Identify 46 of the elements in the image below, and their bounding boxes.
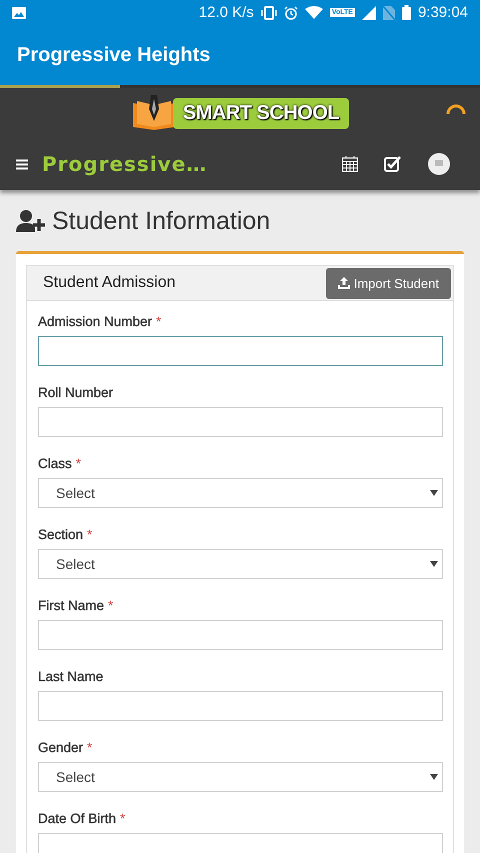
checkbox-icon[interactable] [384, 156, 402, 172]
field-label: Last Name [38, 669, 104, 686]
wifi-icon [304, 6, 323, 19]
page-title: Student Information [52, 206, 270, 236]
caret-icon [430, 490, 438, 496]
field-label: Admission Number [38, 314, 152, 331]
loading-spinner-icon [446, 104, 466, 116]
field-label: Roll Number [38, 385, 114, 402]
vibrate-icon [260, 6, 277, 20]
field-label: Gender [38, 740, 84, 757]
select-dropdown[interactable]: Select [38, 478, 443, 508]
field-label: Section [38, 527, 84, 544]
battery-icon [402, 5, 411, 20]
app-title: Progressive Heights [17, 44, 210, 66]
required-mark: * [108, 598, 114, 615]
card-title: Student Admission [43, 274, 176, 292]
network-speed: 12.0 K/s [198, 4, 254, 21]
required-mark: * [156, 314, 162, 331]
input-field[interactable] [38, 407, 443, 437]
alarm-icon [284, 6, 298, 20]
input-field[interactable] [38, 691, 443, 721]
avatar-icon[interactable] [428, 153, 450, 175]
school-name: Progressive… [42, 152, 208, 176]
select-dropdown[interactable]: Select [38, 762, 443, 792]
required-mark: * [87, 740, 92, 757]
input-field[interactable] [38, 620, 443, 650]
field-label: Class [38, 456, 72, 473]
image-icon [12, 6, 26, 18]
required-mark: * [120, 811, 126, 828]
calendar-icon[interactable] [342, 156, 358, 172]
required-mark: * [87, 527, 92, 544]
menu-icon[interactable] [16, 158, 28, 170]
logo: SMART SCHOOL [130, 95, 350, 131]
no-sim-icon [382, 6, 395, 20]
import-student-button[interactable]: Import Student [326, 268, 451, 298]
input-field[interactable] [38, 336, 443, 366]
caret-icon [430, 774, 438, 780]
select-dropdown[interactable]: Select [38, 549, 443, 579]
field-label: First Name [38, 598, 104, 615]
clock: 9:39:04 [418, 4, 468, 21]
signal-icon [362, 6, 376, 20]
required-mark: * [76, 456, 82, 473]
add-user-icon [16, 210, 46, 232]
upload-icon [338, 277, 350, 289]
field-label: Date Of Birth [38, 811, 116, 828]
caret-icon [430, 561, 438, 567]
